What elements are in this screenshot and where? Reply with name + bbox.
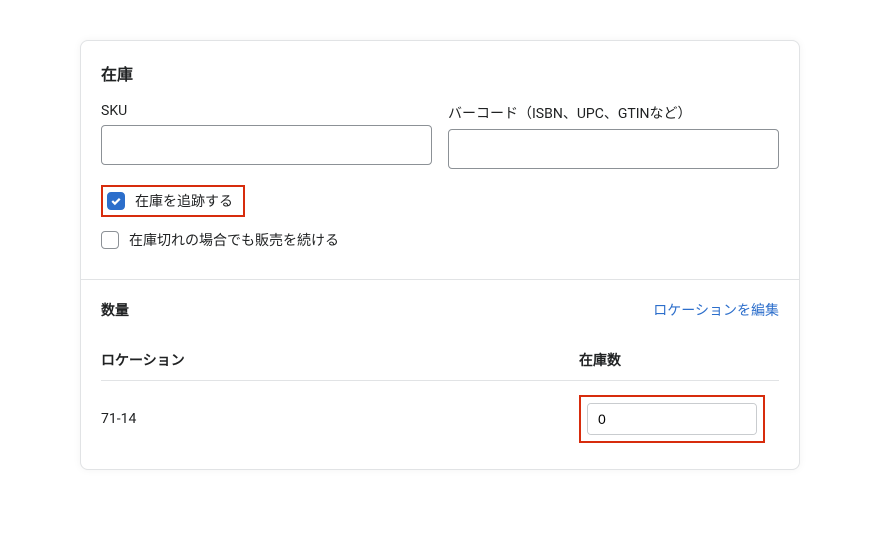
- quantity-stepper: ▲ ▼: [587, 403, 757, 435]
- inventory-section: 在庫 SKU バーコード（ISBN、UPC、GTINなど） 在庫を追跡する 在庫…: [81, 41, 799, 279]
- location-cell: 71-14: [101, 411, 136, 427]
- oversell-label: 在庫切れの場合でも販売を続ける: [129, 230, 339, 250]
- edit-locations-link[interactable]: ロケーションを編集: [653, 300, 779, 320]
- quantity-section: 数量 ロケーションを編集 ロケーション 在庫数 71-14 ▲: [81, 279, 799, 469]
- track-inventory-label: 在庫を追跡する: [135, 191, 233, 211]
- barcode-input[interactable]: [448, 129, 779, 169]
- sku-label: SKU: [101, 103, 432, 119]
- location-column-header: ロケーション: [101, 350, 185, 370]
- oversell-checkbox[interactable]: [101, 231, 119, 249]
- check-icon: [110, 195, 122, 207]
- track-inventory-highlight: 在庫を追跡する: [101, 185, 245, 217]
- stock-cell: ▲ ▼: [579, 395, 779, 443]
- stock-stepper-highlight: ▲ ▼: [579, 395, 765, 443]
- track-inventory-checkbox[interactable]: [107, 192, 125, 210]
- inventory-section-title: 在庫: [101, 61, 779, 85]
- quantity-header-row: 数量 ロケーションを編集: [101, 300, 779, 320]
- table-row: 71-14 ▲ ▼: [101, 381, 779, 449]
- quantity-table-header: ロケーション 在庫数: [101, 340, 779, 381]
- barcode-label: バーコード（ISBN、UPC、GTINなど）: [448, 103, 779, 123]
- sku-barcode-row: SKU バーコード（ISBN、UPC、GTINなど）: [101, 103, 779, 169]
- stock-input[interactable]: [588, 404, 757, 434]
- quantity-section-title: 数量: [101, 300, 129, 320]
- stock-column-header: 在庫数: [579, 350, 779, 370]
- inventory-card: 在庫 SKU バーコード（ISBN、UPC、GTINなど） 在庫を追跡する 在庫…: [80, 40, 800, 470]
- oversell-row: 在庫切れの場合でも販売を続ける: [101, 225, 779, 255]
- barcode-field: バーコード（ISBN、UPC、GTINなど）: [448, 103, 779, 169]
- sku-field: SKU: [101, 103, 432, 169]
- sku-input[interactable]: [101, 125, 432, 165]
